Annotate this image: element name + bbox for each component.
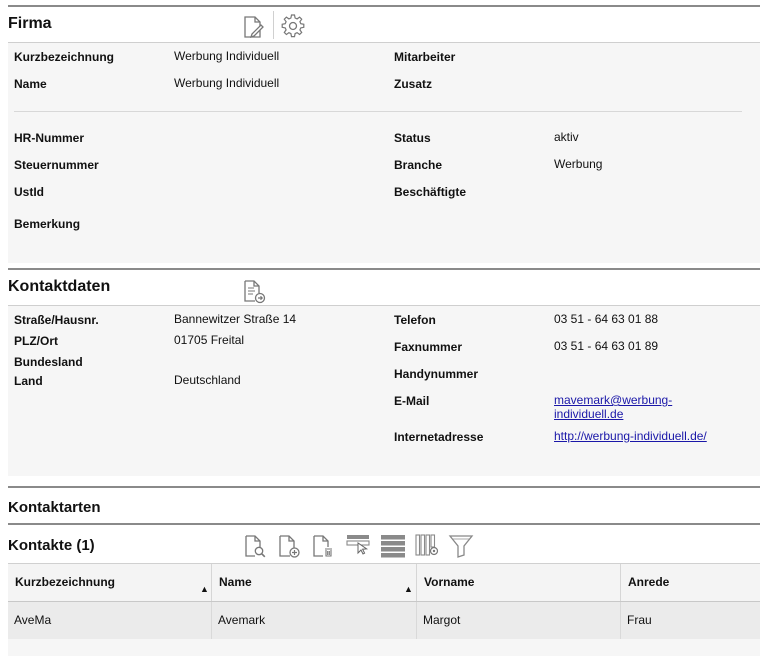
bundesland-label: Bundesland	[14, 355, 83, 369]
firma-divider	[14, 111, 742, 112]
list-rows-icon[interactable]	[379, 533, 405, 559]
steuernummer-label: Steuernummer	[14, 158, 99, 172]
telefon-label: Telefon	[394, 313, 436, 327]
hr-nummer-label: HR-Nummer	[14, 131, 85, 145]
cell-name: Avemark	[212, 602, 417, 639]
kurzbezeichnung-label: Kurzbezeichnung	[14, 50, 115, 64]
zusatz-label: Zusatz	[394, 77, 433, 91]
website-link[interactable]: http://werbung-individuell.de/	[554, 429, 707, 443]
plz-ort-label: PLZ/Ort	[14, 334, 58, 348]
branche-value: Werbung	[554, 157, 603, 171]
kontaktarten-title: Kontaktarten	[8, 499, 101, 516]
column-header-kurzbezeichnung[interactable]: Kurzbezeichnung ▲	[8, 564, 212, 601]
email-label: E-Mail	[394, 394, 430, 408]
email-link[interactable]: mavemark@werbung- individuell.de	[554, 393, 672, 421]
telefon-value: 03 51 - 64 63 01 88	[554, 312, 659, 326]
kontaktdaten-body: Straße/Hausnr. Bannewitzer Straße 14 PLZ…	[8, 306, 760, 476]
filter-icon[interactable]	[448, 533, 474, 559]
search-document-icon[interactable]	[241, 533, 267, 559]
faxnummer-label: Faxnummer	[394, 340, 463, 354]
column-header-label: Anrede	[628, 575, 670, 589]
column-header-label: Kurzbezeichnung	[15, 575, 116, 589]
document-export-icon[interactable]	[240, 278, 266, 304]
firma-body: Kurzbezeichnung Werbung Individuell Mita…	[8, 43, 760, 263]
strasse-label: Straße/Hausnr.	[14, 313, 99, 327]
status-value: aktiv	[554, 130, 579, 144]
bemerkung-label: Bemerkung	[14, 217, 81, 231]
ustid-label: UstId	[14, 185, 44, 199]
edit-document-icon[interactable]	[240, 14, 266, 40]
toolbar-separator	[273, 11, 274, 39]
select-row-icon[interactable]	[345, 531, 371, 557]
page: Firma Kurzbezeichnung Werbung Individuel…	[0, 0, 760, 656]
table-row[interactable]: AveMa Avemark Margot Frau	[8, 602, 760, 639]
kontakte-title: Kontakte (1)	[8, 537, 95, 554]
contacts-table-header: Kurzbezeichnung ▲ Name ▲ Vorname Anrede	[8, 563, 760, 602]
kontaktdaten-title: Kontaktdaten	[8, 278, 111, 295]
gear-icon[interactable]	[280, 13, 306, 39]
faxnummer-value: 03 51 - 64 63 01 89	[554, 339, 659, 353]
cell-vorname: Margot	[417, 602, 621, 639]
column-header-label: Vorname	[424, 575, 475, 589]
email-link-line2[interactable]: individuell.de	[554, 407, 623, 421]
kontakte-header: Kontakte (1)	[8, 523, 760, 564]
land-label: Land	[14, 374, 43, 388]
column-header-vorname[interactable]: Vorname	[417, 564, 621, 601]
branche-label: Branche	[394, 158, 443, 172]
firma-header: Firma	[8, 5, 760, 43]
kontaktarten-header[interactable]: Kontaktarten	[8, 486, 760, 519]
column-header-name[interactable]: Name ▲	[212, 564, 417, 601]
add-document-icon[interactable]	[275, 533, 301, 559]
handynummer-label: Handynummer	[394, 367, 479, 381]
delete-document-icon[interactable]	[309, 533, 335, 559]
mitarbeiter-label: Mitarbeiter	[394, 50, 456, 64]
beschaeftigte-label: Beschäftigte	[394, 185, 467, 199]
kurzbezeichnung-value: Werbung Individuell	[174, 49, 280, 63]
internetadresse-label: Internetadresse	[394, 430, 484, 444]
plz-ort-value: 01705 Freital	[174, 333, 245, 347]
land-value: Deutschland	[174, 373, 241, 387]
column-header-label: Name	[219, 575, 252, 589]
name-value: Werbung Individuell	[174, 76, 280, 90]
table-footer	[8, 639, 760, 656]
column-settings-icon[interactable]	[414, 532, 440, 558]
email-link-line1[interactable]: mavemark@werbung-	[554, 393, 672, 407]
kontaktdaten-header: Kontaktdaten	[8, 268, 760, 306]
cell-kurzbezeichnung: AveMa	[8, 602, 212, 639]
firma-title: Firma	[8, 15, 52, 32]
cell-anrede: Frau	[627, 613, 652, 627]
strasse-value: Bannewitzer Straße 14	[174, 312, 297, 326]
column-header-anrede[interactable]: Anrede	[621, 564, 760, 601]
status-label: Status	[394, 131, 431, 145]
name-label: Name	[14, 77, 47, 91]
